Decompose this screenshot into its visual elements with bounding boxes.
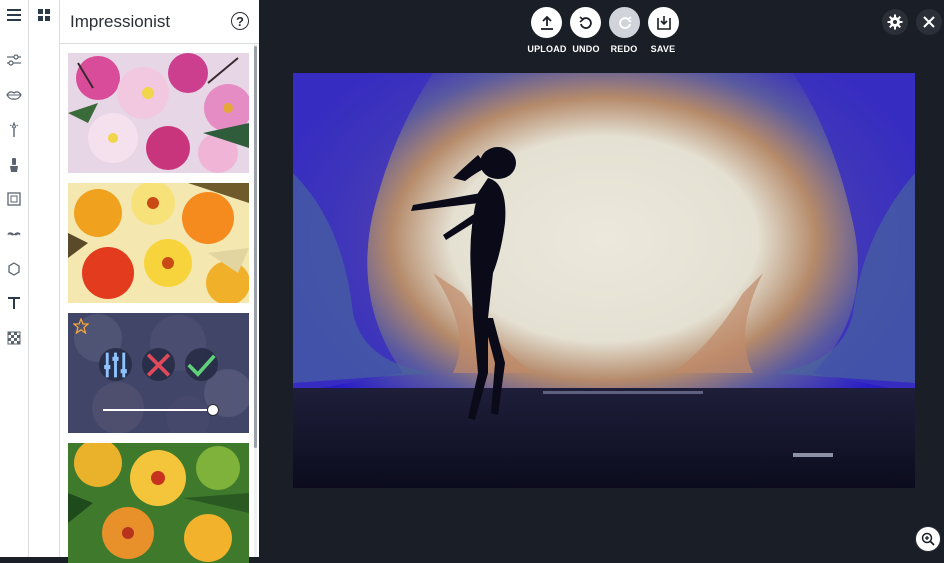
zoom-in-icon bbox=[921, 532, 935, 546]
sticker-shape-icon bbox=[8, 262, 20, 276]
mustache-icon bbox=[7, 232, 21, 236]
grid-icon bbox=[38, 9, 50, 21]
gear-icon bbox=[887, 14, 903, 30]
redo-icon bbox=[618, 15, 632, 29]
help-icon: ? bbox=[236, 13, 244, 29]
zoom-button[interactable] bbox=[915, 526, 941, 552]
effect-preview-image bbox=[68, 183, 249, 303]
close-x-icon bbox=[146, 352, 171, 377]
equalizer-sliders-icon bbox=[104, 352, 127, 377]
effects-tool-button[interactable] bbox=[0, 115, 28, 145]
tool-rail bbox=[0, 0, 29, 557]
close-icon bbox=[923, 16, 935, 28]
redo-button[interactable] bbox=[609, 7, 640, 38]
menu-button[interactable] bbox=[0, 0, 28, 30]
selected-effect-overlay bbox=[68, 313, 249, 433]
effect-settings-button[interactable] bbox=[99, 348, 132, 381]
apply-effect-button[interactable] bbox=[185, 348, 218, 381]
save-button[interactable] bbox=[648, 7, 679, 38]
adjust-sliders-icon bbox=[7, 54, 21, 66]
favorite-star-icon[interactable] bbox=[73, 318, 89, 334]
effect-thumbnail[interactable] bbox=[68, 443, 249, 563]
save-label: SAVE bbox=[650, 44, 676, 54]
effect-thumbnail-selected[interactable] bbox=[68, 313, 249, 433]
photo-canvas[interactable] bbox=[293, 73, 915, 488]
settings-button[interactable] bbox=[882, 9, 908, 35]
upload-icon bbox=[540, 15, 553, 30]
effect-strength-slider-handle[interactable] bbox=[207, 404, 219, 416]
effect-thumbnail[interactable] bbox=[68, 53, 249, 173]
text-icon bbox=[8, 297, 20, 309]
panel-title: Impressionist bbox=[70, 12, 171, 31]
overlays-tool-button[interactable] bbox=[0, 219, 28, 249]
textures-tool-button[interactable] bbox=[0, 323, 28, 353]
effect-preview-image bbox=[68, 53, 249, 173]
upload-button[interactable] bbox=[531, 7, 562, 38]
grid-view-button[interactable] bbox=[30, 0, 58, 30]
effect-strength-slider[interactable] bbox=[103, 409, 213, 411]
edited-photo bbox=[293, 73, 915, 488]
texture-icon bbox=[7, 331, 21, 345]
frame-icon bbox=[7, 192, 21, 206]
text-tool-button[interactable] bbox=[0, 288, 28, 318]
paint-brush-icon bbox=[10, 158, 18, 172]
stickers-tool-button[interactable] bbox=[0, 254, 28, 284]
effect-preview-image bbox=[68, 443, 249, 563]
menu-icon bbox=[7, 9, 21, 21]
panel-scrollbar-thumb[interactable] bbox=[254, 46, 257, 448]
save-icon bbox=[656, 15, 671, 30]
panel-header: Impressionist ? bbox=[60, 0, 259, 44]
effect-thumbnail[interactable] bbox=[68, 183, 249, 303]
undo-button[interactable] bbox=[570, 7, 601, 38]
frames-tool-button[interactable] bbox=[0, 184, 28, 214]
close-button[interactable] bbox=[916, 9, 942, 35]
magic-wand-icon bbox=[9, 122, 19, 137]
help-button[interactable]: ? bbox=[231, 12, 249, 30]
cancel-effect-button[interactable] bbox=[142, 348, 175, 381]
lips-icon bbox=[6, 91, 22, 100]
effects-panel: Impressionist ? bbox=[60, 0, 259, 563]
touch-up-tool-button[interactable] bbox=[0, 80, 28, 110]
view-toggle-column bbox=[29, 0, 60, 557]
undo-icon bbox=[578, 15, 592, 29]
paint-tool-button[interactable] bbox=[0, 150, 28, 180]
edits-tool-button[interactable] bbox=[0, 45, 28, 75]
